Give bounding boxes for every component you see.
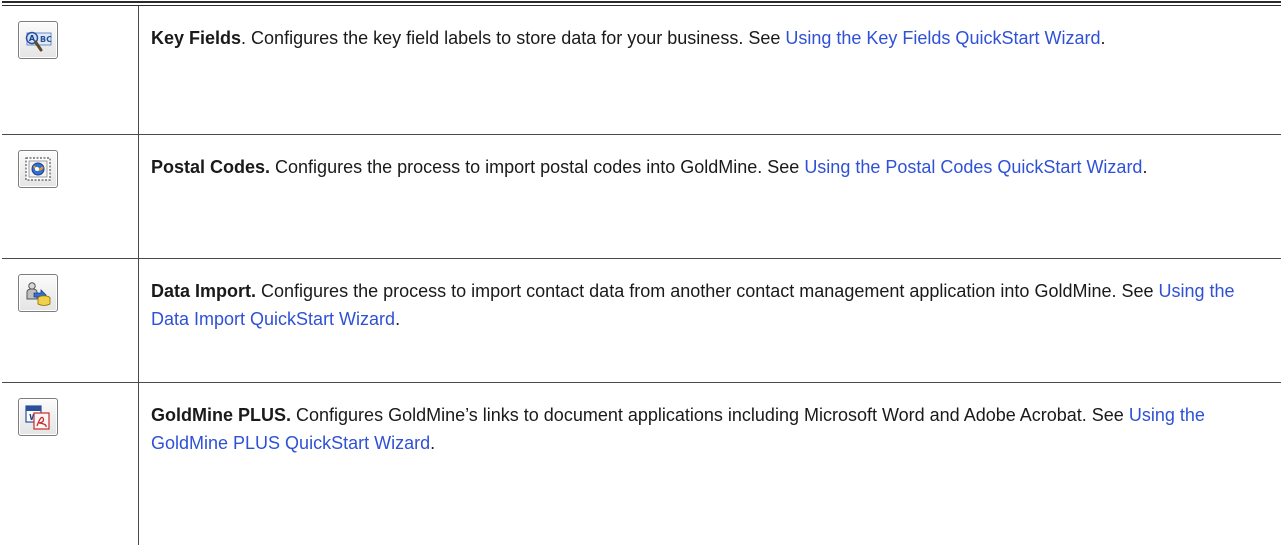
goldmine-plus-icon: W xyxy=(23,403,53,431)
feature-description: . Configures the key field labels to sto… xyxy=(241,28,785,48)
feature-name: Postal Codes. xyxy=(151,157,270,177)
icon-cell: W xyxy=(2,383,139,545)
feature-description: Configures the process to import contact… xyxy=(256,281,1159,301)
key-fields-wizard-link[interactable]: Using the Key Fields QuickStart Wizard xyxy=(785,28,1100,48)
data-import-icon xyxy=(23,279,53,307)
svg-text:BC: BC xyxy=(40,35,52,44)
postal-codes-wizard-link[interactable]: Using the Postal Codes QuickStart Wizard xyxy=(804,157,1142,177)
table-row: W GoldMine PLUS. Configures GoldMine’s l… xyxy=(2,383,1281,545)
quickstart-table-container: A BC Key Fields. Configures the key fiel… xyxy=(2,1,1281,545)
sentence-end: . xyxy=(1142,157,1147,177)
feature-name: GoldMine PLUS. xyxy=(151,405,291,425)
description-cell: Key Fields. Configures the key field lab… xyxy=(139,6,1282,135)
feature-name: Data Import. xyxy=(151,281,256,301)
table-row: Data Import. Configures the process to i… xyxy=(2,259,1281,383)
postal-codes-icon xyxy=(23,155,53,183)
key-fields-button[interactable]: A BC xyxy=(18,21,58,59)
description-cell: GoldMine PLUS. Configures GoldMine’s lin… xyxy=(139,383,1282,545)
description-cell: Data Import. Configures the process to i… xyxy=(139,259,1282,383)
sentence-end: . xyxy=(395,309,400,329)
icon-cell xyxy=(2,259,139,383)
description-cell: Postal Codes. Configures the process to … xyxy=(139,135,1282,259)
data-import-button[interactable] xyxy=(18,274,58,312)
quickstart-wizards-table: A BC Key Fields. Configures the key fiel… xyxy=(2,6,1281,545)
goldmine-plus-button[interactable]: W xyxy=(18,398,58,436)
icon-cell xyxy=(2,135,139,259)
sentence-end: . xyxy=(430,433,435,453)
table-row: Postal Codes. Configures the process to … xyxy=(2,135,1281,259)
feature-description: Configures the process to import postal … xyxy=(270,157,804,177)
postal-codes-button[interactable] xyxy=(18,150,58,188)
icon-cell: A BC xyxy=(2,6,139,135)
key-fields-icon: A BC xyxy=(23,27,53,53)
feature-description: Configures GoldMine’s links to document … xyxy=(291,405,1129,425)
table-row: A BC Key Fields. Configures the key fiel… xyxy=(2,6,1281,135)
top-double-rule xyxy=(2,1,1281,3)
sentence-end: . xyxy=(1100,28,1105,48)
feature-name: Key Fields xyxy=(151,28,241,48)
